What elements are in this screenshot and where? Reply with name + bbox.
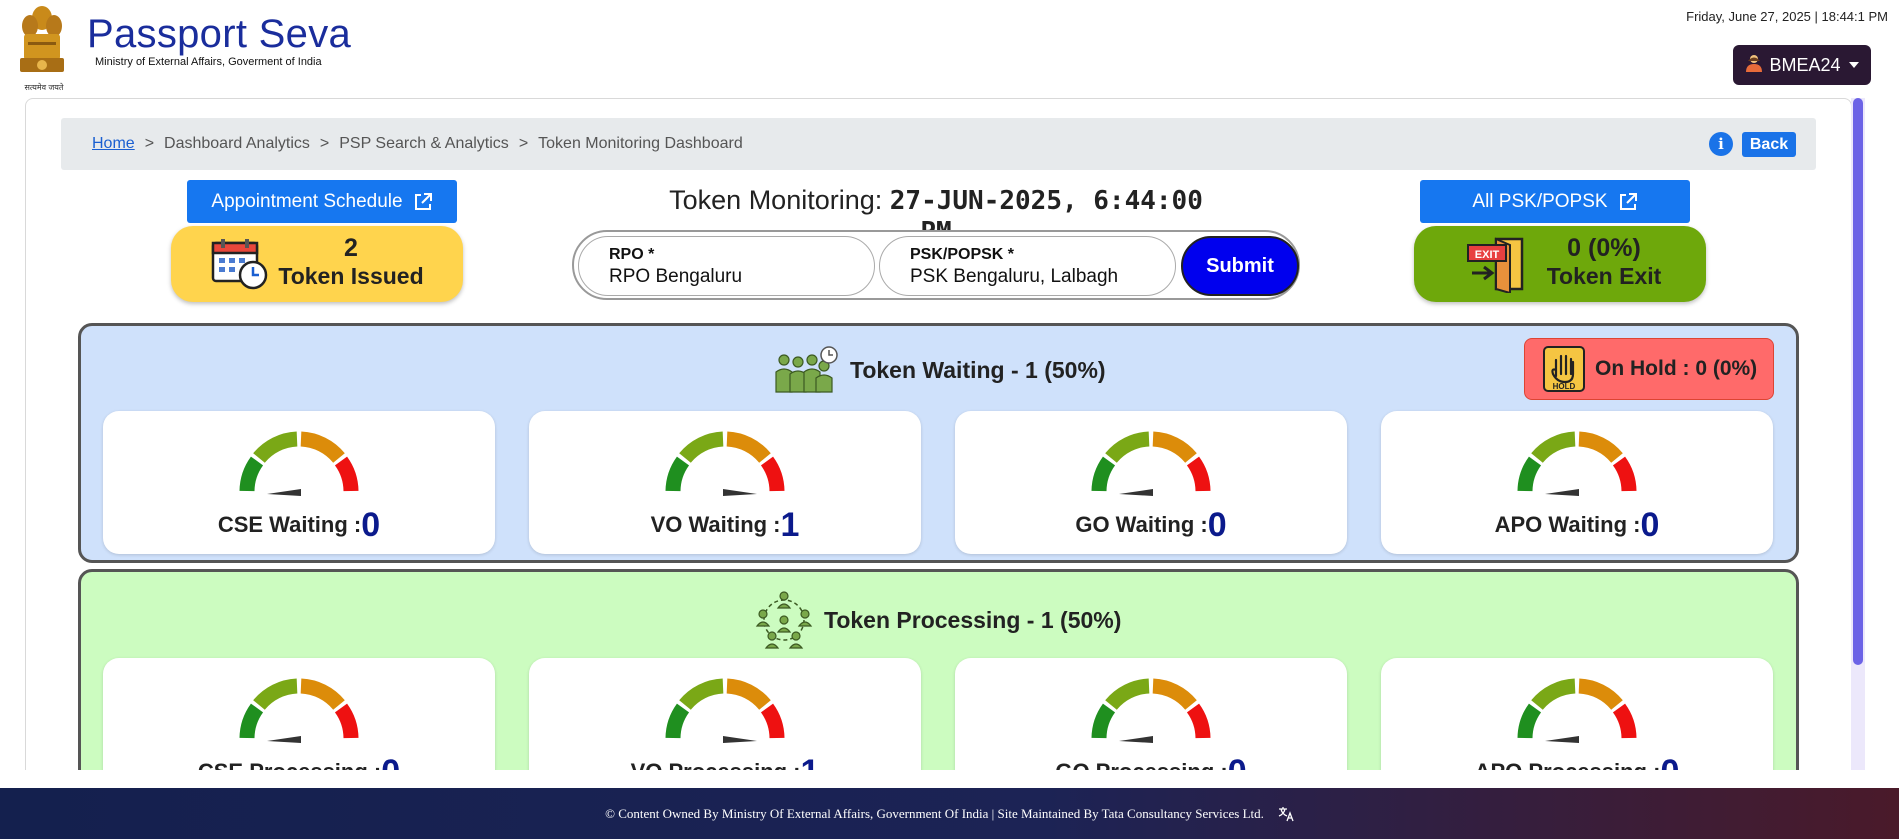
token-waiting-title: Token Waiting - 1 (50%) <box>774 346 1106 394</box>
vo-processing-gauge[interactable]: VO Processing :1 <box>529 658 921 770</box>
brand-title[interactable]: Passport Seva <box>87 12 351 57</box>
exit-door-icon: EXIT <box>1467 237 1524 293</box>
token-waiting-label: Token Waiting - 1 (50%) <box>850 356 1106 383</box>
user-label: BMEA24 <box>1769 54 1841 75</box>
scrollbar-thumb[interactable] <box>1853 98 1863 665</box>
token-processing-title: Token Processing - 1 (50%) <box>754 590 1121 650</box>
breadcrumb-separator: > <box>518 135 529 152</box>
svg-text:EXIT: EXIT <box>1475 249 1500 261</box>
token-issued-count: 2 <box>344 234 358 262</box>
chevron-down-icon <box>1848 62 1859 68</box>
go-waiting-gauge[interactable]: GO Waiting :0 <box>955 411 1347 554</box>
page-title-prefix: Token Monitoring: <box>669 185 883 215</box>
gauge-meter <box>1517 431 1637 496</box>
gauge-meter <box>1091 431 1211 496</box>
cse-processing-gauge[interactable]: CSE Processing :0 <box>103 658 495 770</box>
breadcrumb-item-dashboard-analytics: Dashboard Analytics <box>164 135 310 152</box>
token-exit-count: 0 (0%) <box>1567 234 1641 262</box>
gauge-meter <box>239 678 359 743</box>
brand-subtitle: Ministry of External Affairs, Goverment … <box>95 56 322 68</box>
translate-icon[interactable] <box>1278 806 1294 822</box>
calendar-clock-icon <box>211 239 268 290</box>
vo-waiting-label: VO Waiting :1 <box>650 506 800 544</box>
external-link-icon <box>1619 192 1637 210</box>
people-waiting-icon <box>775 346 838 393</box>
gauge-meter <box>665 431 785 496</box>
apo-waiting-label: APO Waiting :0 <box>1494 506 1660 544</box>
apo-waiting-value: 0 <box>1640 506 1660 544</box>
national-emblem-icon: सत्यमेव जयते <box>14 2 70 94</box>
people-network-icon <box>755 591 813 649</box>
token-exit-label: Token Exit <box>1546 263 1662 289</box>
on-hold-badge[interactable]: HOLD On Hold : 0 (0%) <box>1524 338 1774 400</box>
apo-processing-label: APO Processing :0 <box>1381 753 1773 770</box>
external-link-icon <box>414 192 432 210</box>
main-content: Home > Dashboard Analytics > PSP Search … <box>25 98 1852 770</box>
submit-button[interactable]: Submit <box>1181 236 1299 296</box>
cse-processing-label: CSE Processing :0 <box>103 753 495 770</box>
user-avatar-icon <box>1745 54 1763 77</box>
gauge-meter <box>1517 678 1637 743</box>
back-button[interactable]: Back <box>1742 132 1796 157</box>
psk-value: PSK Bengaluru, Lalbagh <box>910 266 1119 287</box>
cse-waiting-label: CSE Waiting :0 <box>217 506 381 544</box>
cse-processing-value: 0 <box>381 753 400 770</box>
all-psk-popsk-button[interactable]: All PSK/POPSK <box>1420 180 1690 223</box>
cse-waiting-value: 0 <box>361 506 381 544</box>
rpo-value: RPO Bengaluru <box>609 266 743 287</box>
header-datetime: Friday, June 27, 2025 | 18:44:1 PM <box>1686 9 1888 24</box>
footer-text: © Content Owned By Ministry Of External … <box>605 805 1264 821</box>
gauge-meter <box>239 431 359 496</box>
on-hold-label: On Hold : 0 (0%) <box>1595 357 1758 380</box>
rpo-select[interactable]: RPO * RPO Bengaluru <box>578 236 875 296</box>
appointment-schedule-label: Appointment Schedule <box>211 190 403 212</box>
vo-waiting-gauge[interactable]: VO Waiting :1 <box>529 411 921 554</box>
apo-processing-gauge[interactable]: APO Processing :0 <box>1381 658 1773 770</box>
go-waiting-label: GO Waiting :0 <box>1075 506 1227 544</box>
gauge-meter <box>1091 678 1211 743</box>
search-form: RPO * RPO Bengaluru PSK/POPSK * PSK Beng… <box>572 230 1300 300</box>
emblem-motto: सत्यमेव जयते <box>24 83 64 92</box>
token-issued-label: Token Issued <box>278 263 424 289</box>
token-processing-label: Token Processing - 1 (50%) <box>824 606 1122 633</box>
info-icon[interactable]: i <box>1709 132 1733 156</box>
token-issued-card[interactable]: 2 Token Issued <box>171 226 463 302</box>
go-processing-value: 0 <box>1228 753 1247 770</box>
breadcrumb-item-current: Token Monitoring Dashboard <box>538 135 743 152</box>
breadcrumb-separator: > <box>144 135 155 152</box>
vo-waiting-value: 1 <box>780 506 800 544</box>
hold-icon-text: HOLD <box>1553 382 1576 391</box>
vo-processing-label: VO Processing :1 <box>529 753 921 770</box>
appointment-schedule-button[interactable]: Appointment Schedule <box>187 180 457 223</box>
rpo-label: RPO * <box>609 246 655 263</box>
breadcrumb-home-link[interactable]: Home <box>92 135 135 153</box>
token-waiting-section: Token Waiting - 1 (50%) HOLD On Hold : 0… <box>78 323 1799 563</box>
cse-waiting-gauge[interactable]: CSE Waiting :0 <box>103 411 495 554</box>
apo-waiting-gauge[interactable]: APO Waiting :0 <box>1381 411 1773 554</box>
go-waiting-value: 0 <box>1207 506 1227 544</box>
hold-hand-icon: HOLD <box>1543 346 1585 392</box>
breadcrumb: Home > Dashboard Analytics > PSP Search … <box>61 118 1816 170</box>
breadcrumb-separator: > <box>319 135 330 152</box>
go-processing-gauge[interactable]: GO Processing :0 <box>955 658 1347 770</box>
psk-label: PSK/POPSK * <box>910 246 1015 263</box>
all-psk-label: All PSK/POPSK <box>1472 190 1608 212</box>
gauge-meter <box>665 678 785 743</box>
breadcrumb-item-psp-search: PSP Search & Analytics <box>339 135 509 152</box>
token-exit-card[interactable]: EXIT 0 (0%) Token Exit <box>1414 226 1706 302</box>
apo-processing-value: 0 <box>1660 753 1679 770</box>
user-menu-button[interactable]: BMEA24 <box>1733 45 1871 85</box>
site-footer: © Content Owned By Ministry Of External … <box>0 788 1899 839</box>
psk-popsk-select[interactable]: PSK/POPSK * PSK Bengaluru, Lalbagh <box>879 236 1176 296</box>
site-header: सत्यमेव जयते Passport Seva Ministry of E… <box>0 0 1899 98</box>
token-processing-section: Token Processing - 1 (50%) CSE Processin… <box>78 569 1799 770</box>
go-processing-label: GO Processing :0 <box>955 753 1347 770</box>
vo-processing-value: 1 <box>801 753 820 770</box>
